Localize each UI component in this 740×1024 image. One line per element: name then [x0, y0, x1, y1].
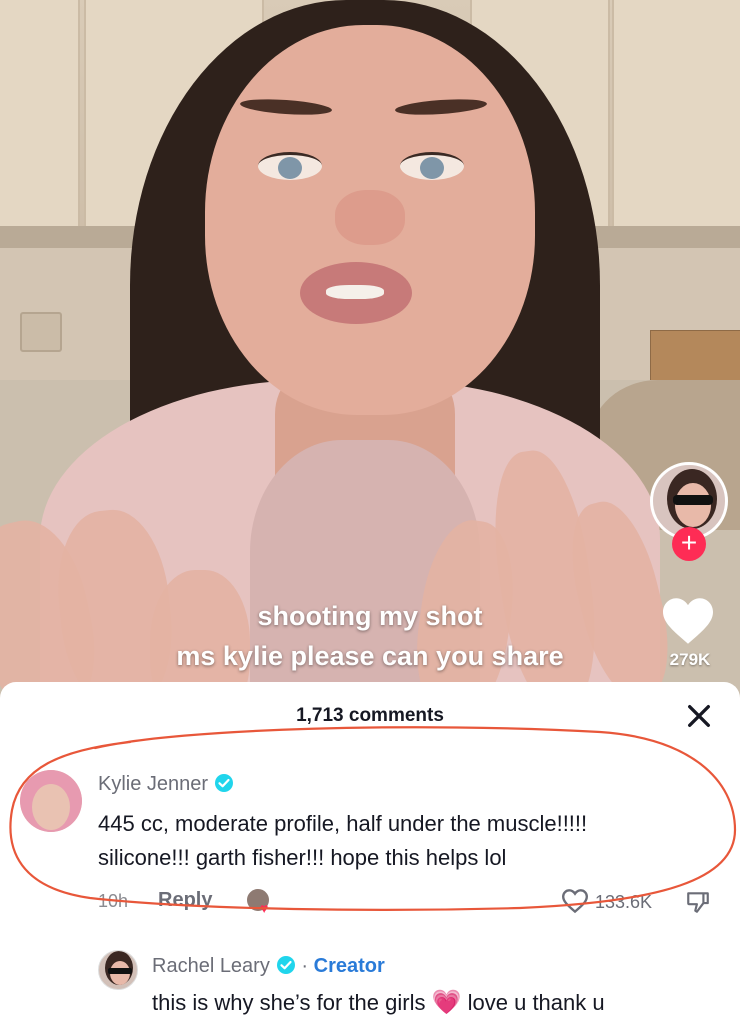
reply-username-row[interactable]: Rachel Leary · Creator	[152, 955, 385, 978]
heart-icon: ♥	[260, 900, 269, 916]
video-caption-line1: shooting my shot	[257, 601, 483, 631]
verified-badge-icon	[215, 774, 234, 792]
commenter-avatar[interactable]	[20, 770, 82, 832]
finger	[150, 570, 250, 700]
comment-username-text: Rachel Leary	[152, 955, 270, 977]
like-count: 279K	[669, 650, 711, 669]
reply-text: this is why she’s for the girls 💗 love u…	[152, 988, 605, 1017]
creator-tag: Creator	[313, 955, 385, 977]
nose	[335, 190, 405, 245]
thumbs-down-icon[interactable]	[684, 889, 712, 915]
comment-username-text: Kylie Jenner	[98, 773, 209, 795]
avatar-face	[675, 483, 711, 527]
heart-icon[interactable]	[660, 596, 716, 646]
video-player[interactable]: shooting my shot ms kylie please can you…	[0, 0, 740, 700]
close-icon[interactable]	[684, 702, 714, 730]
liked-by-creator-badge: ♥	[246, 888, 276, 916]
cabinet	[0, 0, 80, 228]
commenter-avatar[interactable]	[98, 950, 138, 990]
avatar-sunglasses	[108, 968, 132, 974]
reply-text-part: this is why she’s for the girls	[152, 990, 426, 1015]
wall-outlet	[20, 312, 62, 352]
comments-count: 1,713 comments	[296, 705, 444, 726]
teeth	[326, 285, 384, 299]
comment-text-line: 445 cc, moderate profile, half under the…	[98, 811, 588, 836]
follow-button[interactable]: +	[672, 527, 706, 561]
avatar-sunglasses	[673, 495, 713, 505]
separator-dot: ·	[301, 955, 309, 977]
verified-badge-icon	[276, 956, 295, 974]
eye	[258, 152, 322, 180]
heart-outline-icon[interactable]	[560, 888, 590, 914]
comment-like-count: 133.6K	[595, 892, 653, 912]
cabinet	[612, 0, 740, 228]
video-caption-line2: ms kylie please can you share	[176, 641, 564, 671]
iris	[420, 157, 444, 179]
comment-text: 445 cc, moderate profile, half under the…	[98, 807, 718, 875]
comment-timestamp: 10h	[98, 891, 129, 911]
eye	[400, 152, 464, 180]
avatar-face	[32, 784, 70, 830]
iris	[278, 157, 302, 179]
reply-text-part: love u thank u	[467, 990, 605, 1015]
comment-text-line: silicone!!! garth fisher!!! hope this he…	[98, 845, 507, 870]
reply-button[interactable]: Reply	[158, 889, 212, 912]
comment-username[interactable]: Kylie Jenner	[98, 773, 234, 796]
pink-heart-emoji: 💗	[431, 989, 462, 1016]
